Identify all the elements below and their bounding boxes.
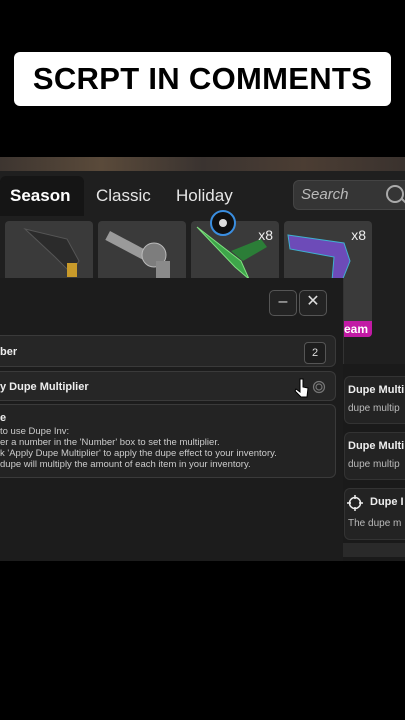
feature-title: Dupe Multi	[348, 440, 405, 452]
caption-text: SCRPT IN COMMENTS	[32, 61, 373, 96]
instruction-line: to use Dupe Inv:	[0, 426, 70, 437]
number-input[interactable]: 2	[304, 342, 326, 364]
feature-title: Dupe Multi	[348, 384, 405, 396]
feature-dupe-inv[interactable]: Dupe I The dupe m	[344, 488, 405, 540]
caption-banner: SCRPT IN COMMENTS	[14, 52, 391, 106]
fingerprint-icon	[312, 380, 326, 394]
feature-list: Dupe Multi dupe multip Dupe Multi dupe m…	[343, 364, 405, 561]
cursor-target-icon	[210, 210, 236, 236]
game-screen: Season 1 Classic Holiday Search x8	[0, 157, 405, 561]
number-row: ber 2	[0, 335, 336, 367]
feature-subtitle: dupe multip	[348, 403, 400, 414]
feature-title: Dupe I	[370, 496, 404, 508]
scrollbar[interactable]	[343, 543, 405, 557]
feature-dupe-multiplier[interactable]: Dupe Multi dupe multip	[344, 376, 405, 424]
search-placeholder: Search	[301, 186, 349, 203]
tab-classic[interactable]: Classic	[86, 176, 161, 216]
number-label: ber	[0, 346, 18, 358]
item-count: x8	[258, 227, 273, 243]
apply-dupe-multiplier-button[interactable]: y Dupe Multiplier	[0, 371, 336, 401]
instructions-title: e	[0, 412, 7, 424]
apply-label: y Dupe Multiplier	[0, 381, 89, 393]
item-badge: eam	[339, 321, 372, 337]
revolver-icon	[105, 231, 170, 281]
pointer-cursor-icon	[294, 378, 309, 398]
feature-dupe-multiplier-2[interactable]: Dupe Multi dupe multip	[344, 432, 405, 480]
instruction-line: dupe will multiply the amount of each it…	[0, 459, 251, 470]
instruction-line: k 'Apply Dupe Multiplier' to apply the d…	[0, 448, 277, 459]
search-box[interactable]: Search	[293, 180, 405, 210]
search-icon[interactable]	[386, 185, 404, 203]
tab-season-1[interactable]: Season 1	[0, 176, 84, 245]
dupe-dialog: – ✕ ber 2 y Dupe Multiplier e to use Dup…	[0, 278, 344, 561]
knife-icon	[23, 228, 80, 277]
minimize-button[interactable]: –	[269, 290, 297, 316]
instruction-line: er a number in the 'Number' box to set t…	[0, 437, 220, 448]
crosshair-icon	[347, 495, 363, 511]
close-button[interactable]: ✕	[299, 290, 327, 316]
background-strip	[0, 157, 405, 171]
instructions-box: e to use Dupe Inv: er a number in the 'N…	[0, 404, 336, 478]
feature-subtitle: The dupe m	[348, 518, 402, 529]
item-count: x8	[351, 227, 366, 243]
tab-holiday[interactable]: Holiday	[166, 176, 243, 216]
feature-subtitle: dupe multip	[348, 459, 400, 470]
